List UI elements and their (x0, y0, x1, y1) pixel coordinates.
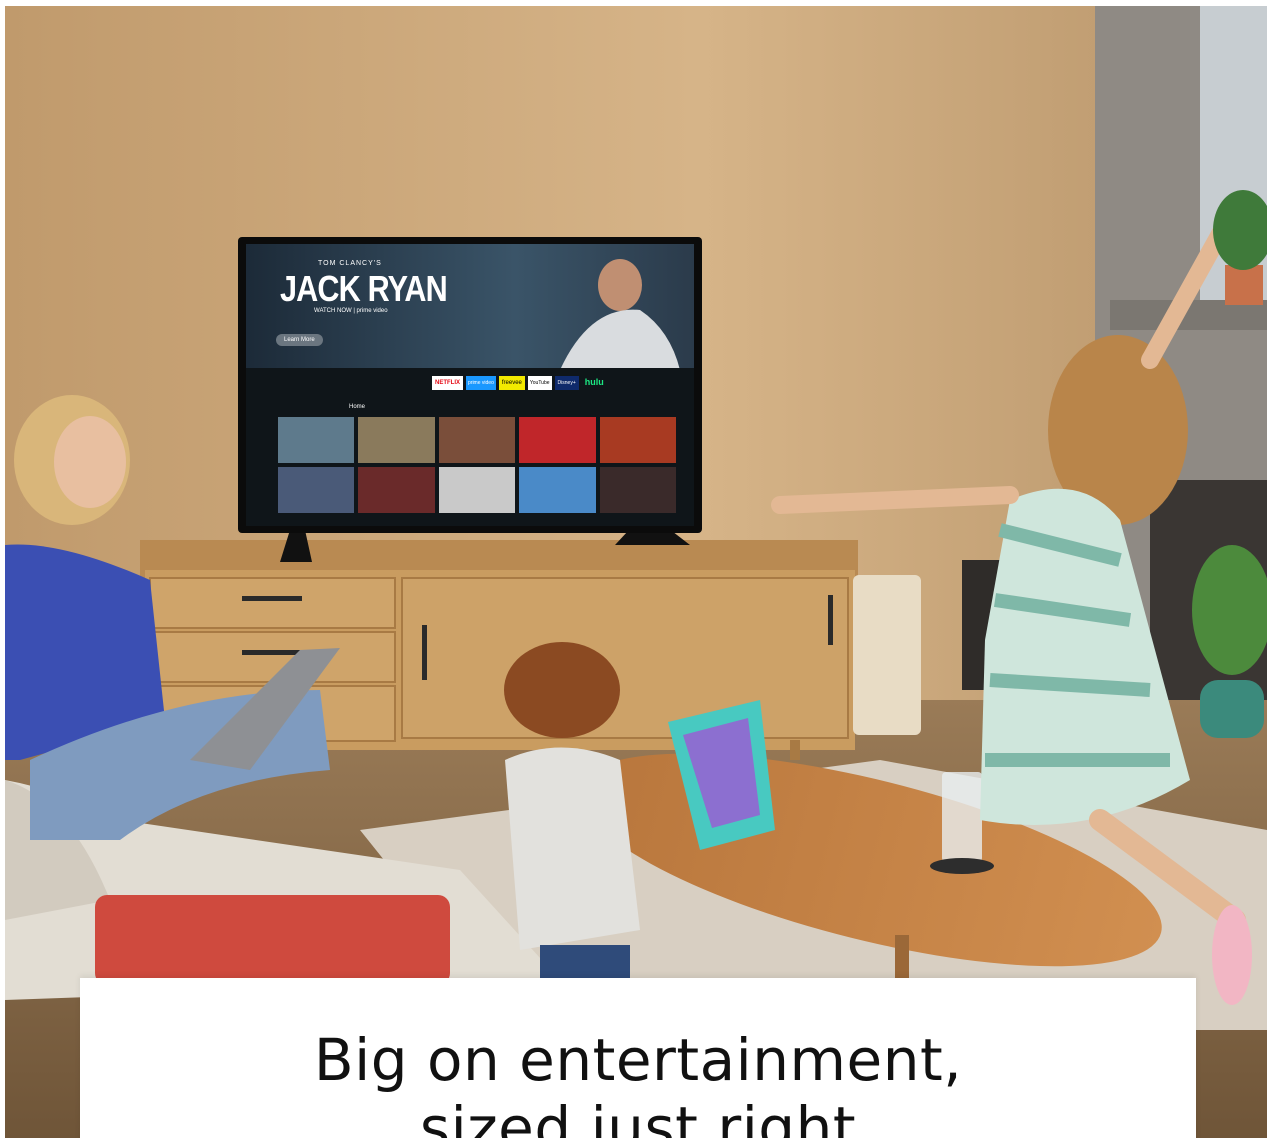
plant-pot (1225, 265, 1263, 305)
tv-title: JACK RYAN (280, 268, 448, 309)
boy-shirt (505, 747, 640, 950)
thumbnail (438, 467, 516, 513)
app-tile-youtube: YouTube (527, 376, 552, 390)
thumbnail (519, 417, 596, 463)
app-tile-netflix: NETFLIX (432, 376, 463, 390)
girl-arm-left (771, 486, 1019, 514)
water-glass (942, 772, 982, 862)
tv-watch-now: WATCH NOW | prime video (314, 308, 388, 314)
caption-line-1: Big on entertainment, (313, 1026, 963, 1094)
living-room-scene (5, 6, 1267, 1138)
woman-face (54, 416, 126, 508)
caption-card: Big on entertainment, sized just right (80, 978, 1196, 1138)
tv-thumbnail-grid (278, 417, 676, 513)
tv-nav-home-label: Home (349, 404, 366, 410)
caption-line-2: sized just right (419, 1094, 857, 1138)
app-tile-prime: prime video (466, 376, 496, 390)
tv-kicker: TOM CLANCY'S (318, 260, 382, 267)
product-photo: TOM CLANCY'S JACK RYAN WATCH NOW | prime… (0, 0, 1267, 1138)
drawer-handle (242, 596, 302, 601)
thumbnail (278, 467, 355, 513)
red-blanket (95, 895, 450, 985)
thumbnail (519, 467, 596, 513)
boy-hair (504, 642, 620, 738)
thumbnail (599, 417, 676, 463)
thumbnail (438, 417, 516, 463)
app-tile-freevee: freevee (498, 376, 525, 390)
thumbnail (358, 467, 435, 513)
app-tile-hulu: hulu (584, 377, 604, 387)
tv-learn-more-button: Learn More (276, 334, 323, 346)
app-tile-disney: Disney+ (554, 376, 579, 390)
floor-lamp (853, 575, 921, 735)
thumbnail (599, 467, 676, 513)
thumbnail (358, 417, 435, 463)
girl-shoe (1212, 905, 1252, 1005)
tv-ui: TOM CLANCY'S JACK RYAN WATCH NOW | prime… (246, 244, 694, 526)
tv-app-row: NETFLIX prime video freevee YouTube Disn… (432, 376, 607, 390)
thumbnail (278, 417, 355, 463)
